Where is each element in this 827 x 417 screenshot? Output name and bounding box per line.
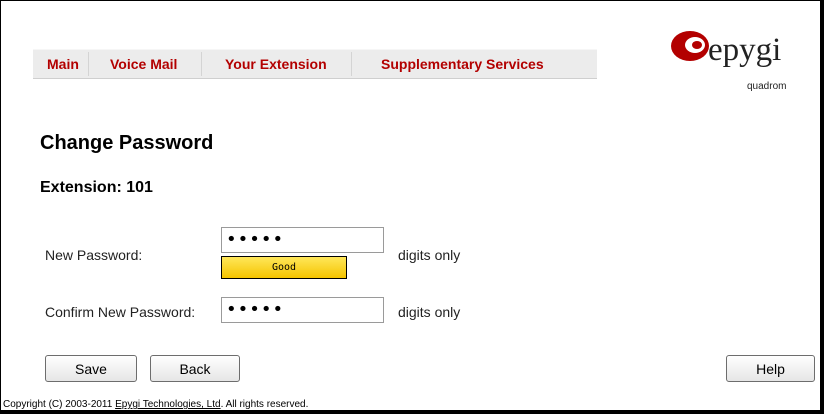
nav-item-your-extension[interactable]: Your Extension	[225, 56, 327, 72]
save-button[interactable]: Save	[45, 355, 137, 382]
page-title: Change Password	[40, 132, 214, 154]
nav-separator	[351, 52, 352, 76]
copyright-footer: Copyright (C) 2003-2011 Epygi Technologi…	[3, 399, 308, 410]
nav-separator	[88, 52, 89, 76]
confirm-password-input[interactable]: •••••	[221, 297, 384, 323]
company-link[interactable]: Epygi Technologies, Ltd	[115, 399, 220, 410]
back-button[interactable]: Back	[150, 355, 240, 382]
help-button[interactable]: Help	[726, 355, 815, 382]
nav-separator	[201, 52, 202, 76]
new-password-input[interactable]: •••••	[221, 227, 384, 253]
nav-item-supplementary-services[interactable]: Supplementary Services	[381, 56, 544, 72]
confirm-password-hint: digits only	[398, 304, 461, 320]
password-strength-meter: Good	[221, 256, 347, 279]
new-password-hint: digits only	[398, 247, 461, 263]
logo-product-text: quadrom	[747, 81, 787, 92]
copyright-prefix: Copyright (C) 2003-2011	[3, 399, 116, 410]
nav-item-main[interactable]: Main	[47, 56, 79, 72]
nav-item-voice-mail[interactable]: Voice Mail	[110, 56, 177, 72]
copyright-suffix: . All rights reserved.	[220, 399, 309, 410]
main-navigation: Main Voice Mail Your Extension Supplemen…	[33, 49, 597, 79]
new-password-label: New Password:	[45, 247, 143, 263]
confirm-password-label: Confirm New Password:	[45, 304, 196, 320]
extension-label: Extension: 101	[40, 179, 153, 196]
logo-brand-text: epygi	[708, 32, 782, 68]
